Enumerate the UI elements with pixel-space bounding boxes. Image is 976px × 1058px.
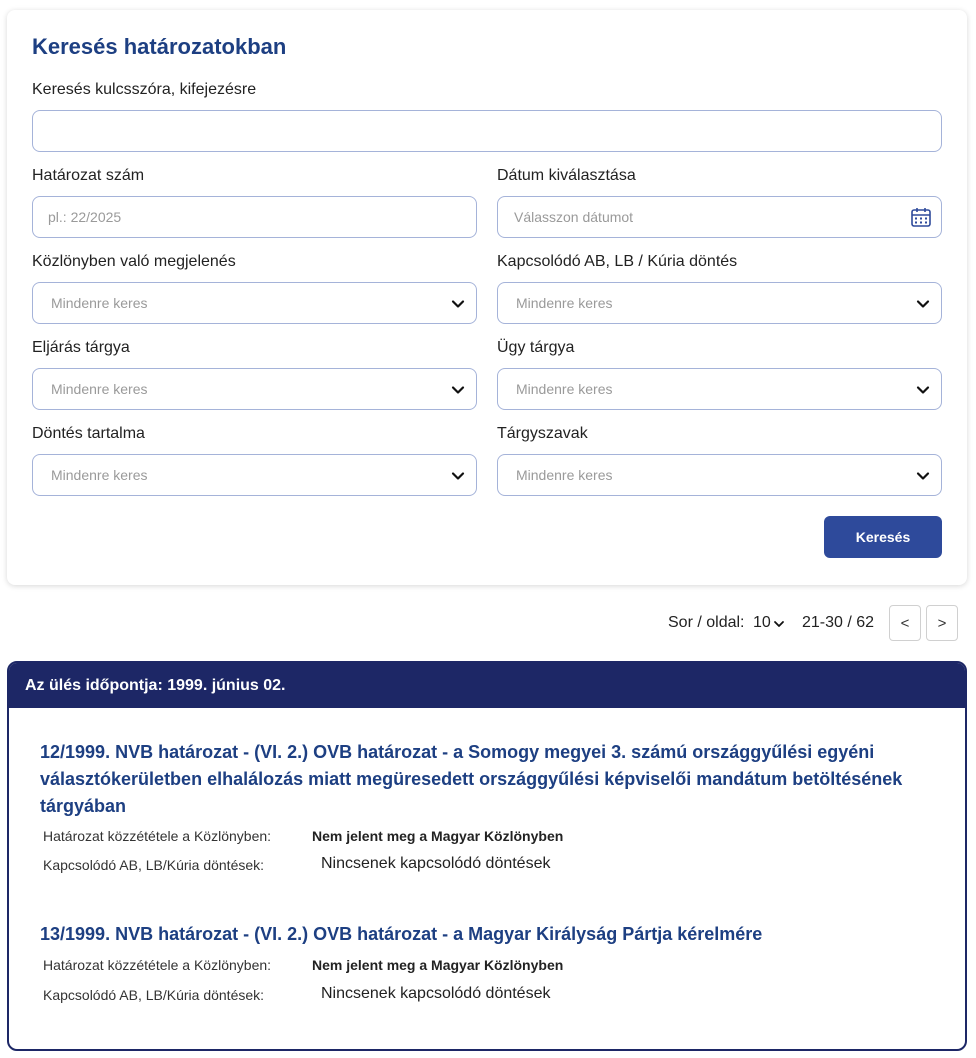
gazette-publication-value: Nem jelent meg a Magyar Közlönyben [312, 957, 564, 973]
keywords-select-value: Mindenre keres [516, 467, 613, 483]
search-panel: Keresés határozatokban Keresés kulcsszór… [7, 10, 967, 585]
chevron-down-icon [916, 300, 930, 308]
procedure-label: Eljárás tárgya [32, 339, 130, 356]
procedure-select[interactable]: Mindenre keres [32, 368, 477, 410]
date-label: Dátum kiválasztása [497, 167, 636, 184]
session-header: Az ülés időpontja: 1999. június 02. [9, 663, 965, 708]
session-results: Az ülés időpontja: 1999. június 02. 12/1… [7, 661, 967, 1051]
decision-title-link[interactable]: 13/1999. NVB határozat - (VI. 2.) OVB ha… [40, 921, 910, 948]
keyword-input[interactable] [32, 110, 942, 152]
keywords-label: Tárgyszavak [497, 425, 588, 442]
decision-content-select-value: Mindenre keres [51, 467, 148, 483]
decision-number-label: Határozat szám [32, 167, 145, 184]
calendar-icon[interactable] [910, 206, 932, 228]
chevron-down-icon [916, 386, 930, 394]
chevron-down-icon [451, 300, 465, 308]
keywords-select[interactable]: Mindenre keres [497, 454, 942, 496]
related-decision-select[interactable]: Mindenre keres [497, 282, 942, 324]
related-decisions-value: Nincsenek kapcsolódó döntések [321, 985, 551, 1002]
case-subject-select[interactable]: Mindenre keres [497, 368, 942, 410]
gazette-publication-label: Határozat közzététele a Közlönyben: [43, 957, 272, 973]
related-decisions-label: Kapcsolódó AB, LB/Kúria döntések: [43, 857, 265, 873]
next-page-button[interactable]: > [926, 605, 958, 641]
rows-per-page-label: Sor / oldal: [668, 614, 745, 631]
case-subject-select-value: Mindenre keres [516, 381, 613, 397]
prev-page-button[interactable]: < [889, 605, 921, 641]
gazette-publication-value: Nem jelent meg a Magyar Közlönyben [312, 828, 564, 844]
gazette-select-value: Mindenre keres [51, 295, 148, 311]
case-subject-label: Ügy tárgya [497, 339, 575, 356]
gazette-select[interactable]: Mindenre keres [32, 282, 477, 324]
decision-content-label: Döntés tartalma [32, 425, 145, 442]
rows-per-page-select[interactable]: 10 [753, 614, 771, 632]
gazette-publication-label: Határozat közzététele a Közlönyben: [43, 828, 272, 844]
related-decisions-value: Nincsenek kapcsolódó döntések [321, 855, 551, 872]
related-decision-label: Kapcsolódó AB, LB / Kúria döntés [497, 253, 738, 270]
gazette-label: Közlönyben való megjelenés [32, 253, 236, 270]
chevron-down-icon [451, 386, 465, 394]
page-range: 21-30 / 62 [802, 614, 875, 631]
decision-title-link[interactable]: 12/1999. NVB határozat - (VI. 2.) OVB ha… [40, 739, 910, 820]
date-placeholder: Válasszon dátumot [514, 209, 634, 225]
related-decisions-label: Kapcsolódó AB, LB/Kúria döntések: [43, 987, 265, 1003]
procedure-select-value: Mindenre keres [51, 381, 148, 397]
date-picker-input[interactable]: Válasszon dátumot [497, 196, 942, 238]
chevron-down-icon[interactable] [773, 618, 785, 630]
decision-content-select[interactable]: Mindenre keres [32, 454, 477, 496]
search-button[interactable]: Keresés [824, 516, 942, 558]
decision-number-placeholder: pl.: 22/2025 [48, 209, 122, 225]
chevron-down-icon [916, 472, 930, 480]
decision-number-input[interactable]: pl.: 22/2025 [32, 196, 477, 238]
related-decision-select-value: Mindenre keres [516, 295, 613, 311]
keyword-label: Keresés kulcsszóra, kifejezésre [32, 81, 257, 98]
chevron-down-icon [451, 472, 465, 480]
search-title: Keresés határozatokban [32, 34, 287, 59]
pagination: Sor / oldal: 10 21-30 / 62 < > [0, 605, 976, 641]
